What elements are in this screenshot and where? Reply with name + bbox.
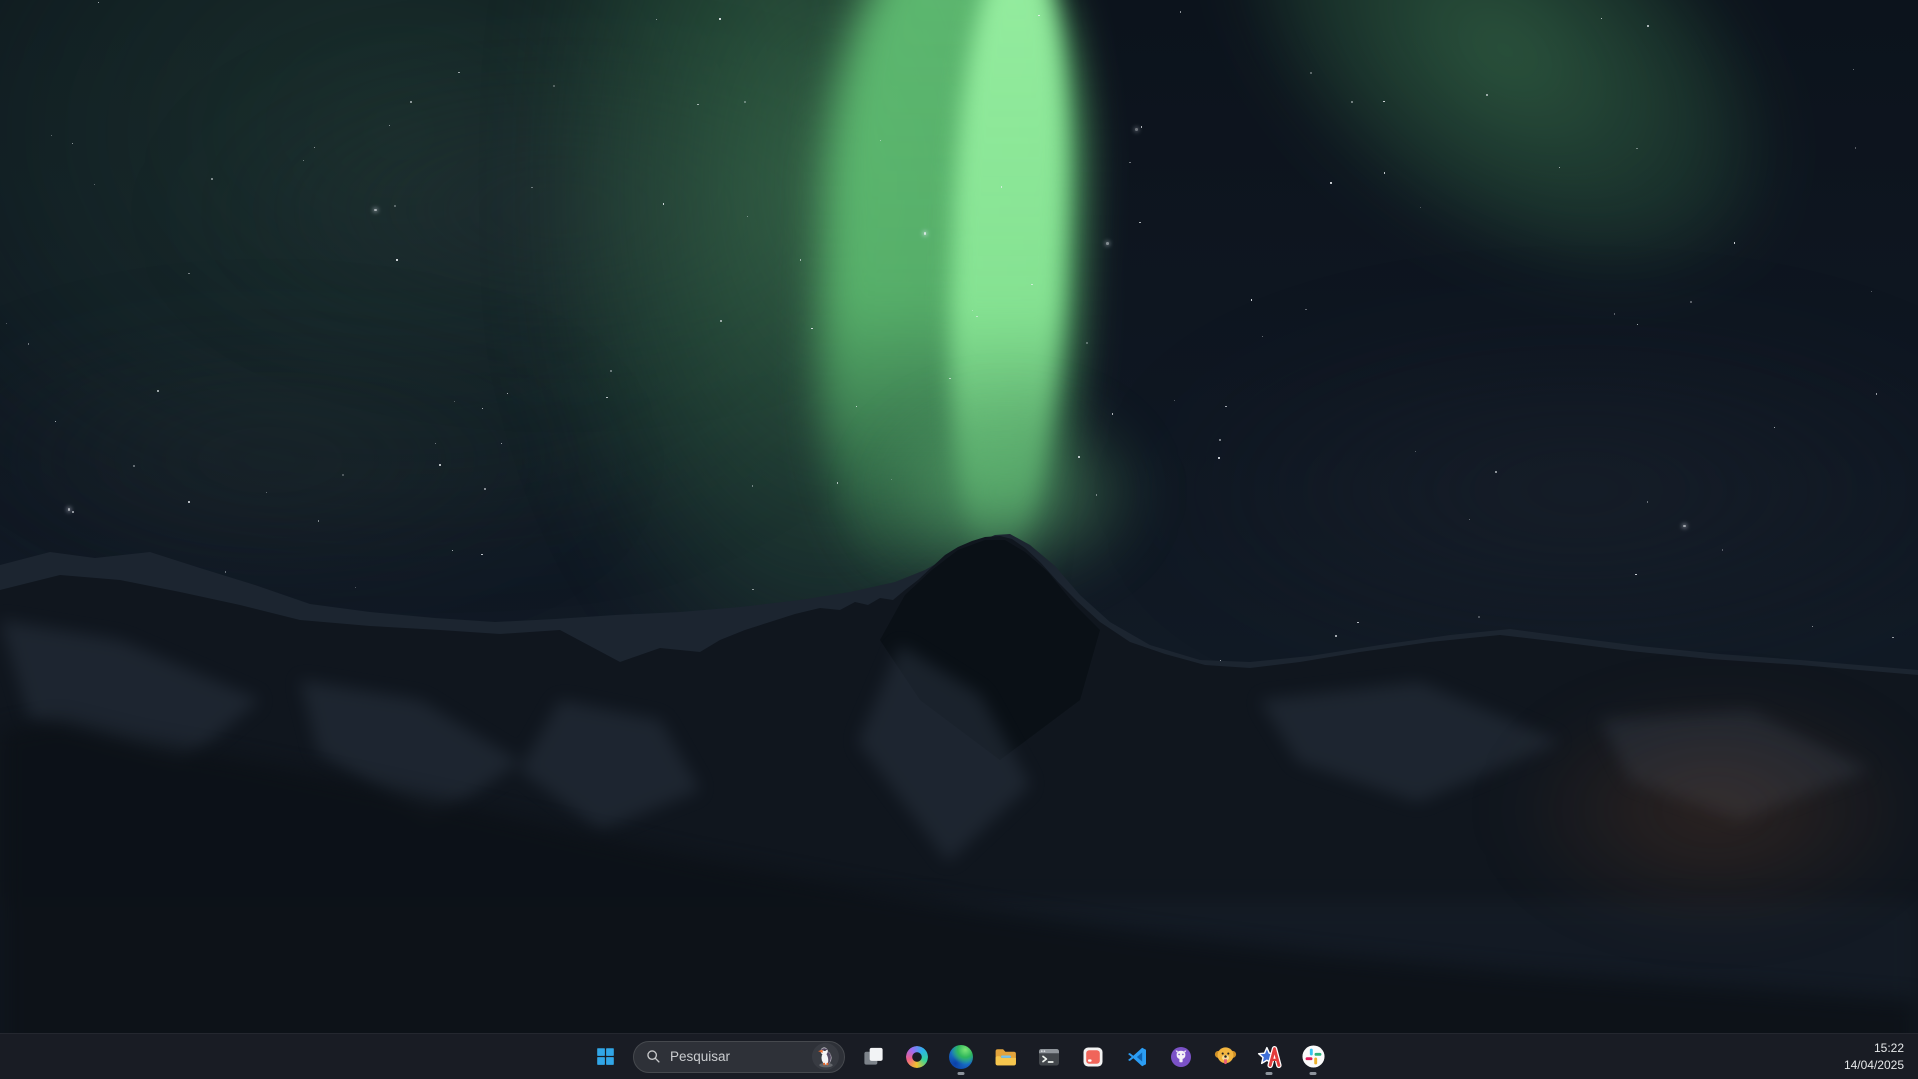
search-placeholder: Pesquisar <box>670 1049 803 1064</box>
vscode-button[interactable] <box>1117 1037 1157 1077</box>
search-icon <box>646 1049 661 1064</box>
warm-cloud-glow <box>1500 690 1918 930</box>
copilot-button[interactable] <box>897 1037 937 1077</box>
star-a-app-button[interactable] <box>1249 1037 1289 1077</box>
cloud <box>0 330 620 590</box>
cloud <box>180 60 940 360</box>
red-square-app-icon <box>1081 1045 1105 1069</box>
task-view-button[interactable] <box>853 1037 893 1077</box>
task-view-icon <box>862 1045 885 1068</box>
running-indicator <box>1266 1072 1273 1075</box>
vscode-icon <box>1125 1045 1149 1069</box>
puffin-bird-icon[interactable] <box>812 1043 839 1070</box>
mountains <box>0 0 1918 1079</box>
red-square-app-button[interactable] <box>1073 1037 1113 1077</box>
dog-emoji-icon <box>1213 1044 1238 1069</box>
search-box[interactable]: Pesquisar <box>633 1041 845 1073</box>
windows-logo-icon <box>595 1046 616 1067</box>
file-explorer-button[interactable] <box>985 1037 1025 1077</box>
folder-icon <box>993 1044 1018 1069</box>
clock-date: 14/04/2025 <box>1844 1057 1904 1074</box>
system-clock[interactable]: 15:22 14/04/2025 <box>1834 1034 1918 1079</box>
sky-green-haze <box>0 0 840 540</box>
aurora-pillar <box>810 0 1091 600</box>
aurora-pillar-core <box>941 0 1074 562</box>
github-desktop-button[interactable] <box>1161 1037 1201 1077</box>
desktop[interactable]: Pesquisar <box>0 0 1918 1079</box>
slack-button[interactable] <box>1293 1037 1333 1077</box>
terminal-button[interactable] <box>1029 1037 1069 1077</box>
slack-pinwheel-icon <box>1301 1044 1326 1069</box>
aurora-haze <box>540 0 1010 690</box>
aurora-secondary-band <box>1156 0 1853 372</box>
edge-browser-icon <box>949 1045 973 1069</box>
taskbar: Pesquisar <box>0 1033 1918 1079</box>
star-field <box>0 0 1918 1079</box>
terminal-icon <box>1037 1045 1061 1069</box>
red-a-blue-star-icon <box>1257 1044 1282 1069</box>
cloud <box>1150 330 1918 650</box>
copilot-ring-icon <box>906 1046 928 1068</box>
start-button[interactable] <box>585 1037 625 1077</box>
github-octocat-icon <box>1169 1045 1193 1069</box>
clock-time: 15:22 <box>1874 1040 1904 1057</box>
aurora-base-glow <box>862 392 1152 592</box>
taskbar-center-group: Pesquisar <box>583 1034 1335 1079</box>
dog-app-button[interactable] <box>1205 1037 1245 1077</box>
edge-button[interactable] <box>941 1037 981 1077</box>
running-indicator <box>958 1072 965 1075</box>
running-indicator <box>1310 1072 1317 1075</box>
